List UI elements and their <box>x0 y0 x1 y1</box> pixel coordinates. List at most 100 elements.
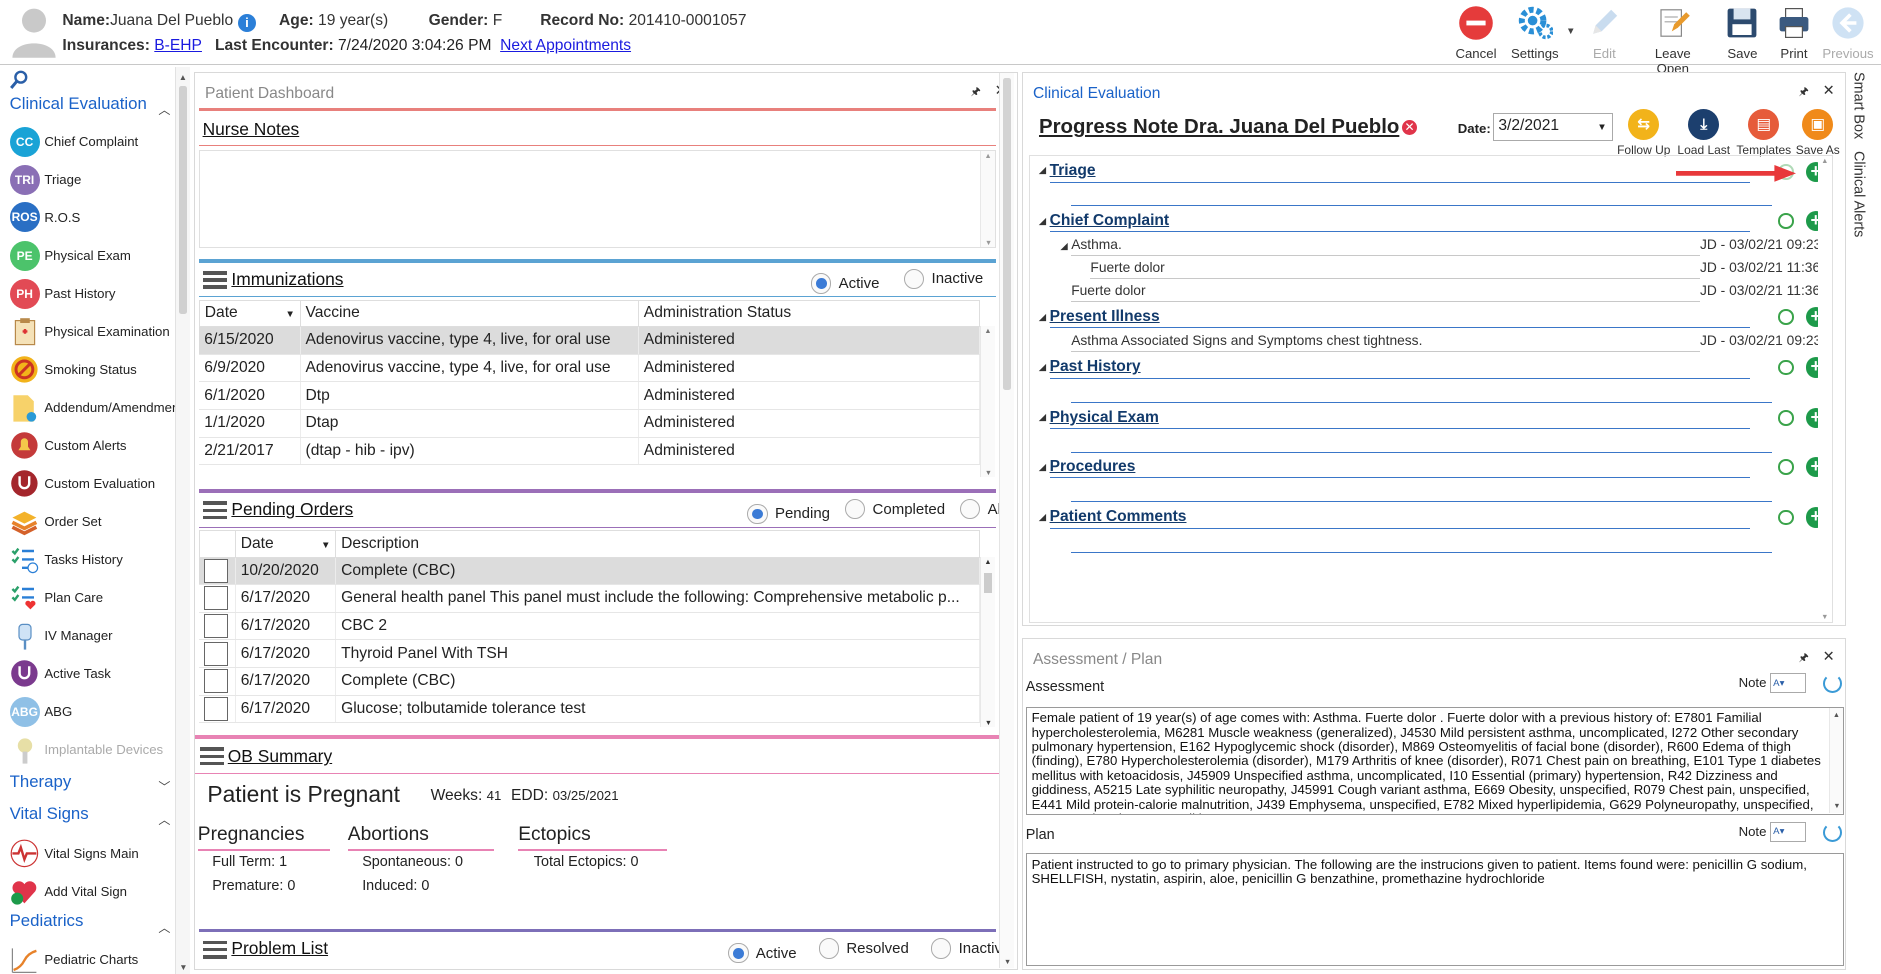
nav-ros[interactable]: ROS R.O.S <box>9 200 80 234</box>
section-triage[interactable]: Triage <box>1050 162 1096 180</box>
table-row[interactable]: 6/17/2020 General health panel This panel… <box>199 584 981 613</box>
date-picker[interactable]: 3/2/2021 ▼ <box>1492 112 1613 142</box>
pin-icon[interactable]: 🖈 <box>971 83 981 102</box>
table-row[interactable]: 6/15/2020 Adenovirus vaccine, type 4, liv… <box>199 326 981 355</box>
menu-icon[interactable] <box>202 271 227 290</box>
section-clinical-evaluation[interactable]: Clinical Evaluation <box>10 94 147 114</box>
all-radio[interactable]: All <box>960 499 1004 520</box>
row-checkbox[interactable] <box>204 641 229 666</box>
expand-physical-exam-icon[interactable]: ◢ <box>1039 412 1046 423</box>
note-format-dropdown[interactable]: A▾ <box>1769 672 1806 694</box>
settings-button[interactable]: Settings <box>1506 5 1564 61</box>
clock-icon[interactable] <box>1777 509 1794 526</box>
section-patient-comments[interactable]: Patient Comments <box>1050 508 1187 526</box>
clock-icon[interactable] <box>1777 309 1794 325</box>
nav-add-vital-sign[interactable]: Add Vital Sign <box>10 875 127 909</box>
table-row[interactable]: 6/17/2020 Thyroid Panel With TSH <box>199 639 981 668</box>
row-checkbox[interactable] <box>204 614 229 639</box>
immunizations-inactive-radio[interactable]: Inactive <box>903 268 983 289</box>
nav-chief-complaint[interactable]: CC Chief Complaint <box>9 125 138 159</box>
smart-box-tab[interactable]: Smart Box <box>1850 72 1866 139</box>
expand-chief-complaint-icon[interactable]: ◢ <box>1039 216 1046 227</box>
expand-procedures-icon[interactable]: ◢ <box>1039 462 1046 473</box>
nurse-notes-textarea[interactable]: ▲ ▼ <box>198 149 996 249</box>
cc-item[interactable]: Asthma. <box>1071 237 1122 252</box>
nav-addendum-amendment[interactable]: Addendum/Amendment <box>10 391 183 425</box>
nav-plan-care[interactable]: Plan Care <box>10 581 103 615</box>
next-appointments-link[interactable]: Next Appointments <box>500 37 631 54</box>
section-chief-complaint[interactable]: Chief Complaint <box>1050 212 1170 230</box>
problem-active-radio[interactable]: Active <box>728 942 797 964</box>
close-icon[interactable]: ✕ <box>1823 83 1835 99</box>
save-button[interactable]: Save <box>1714 5 1772 61</box>
load-last-button[interactable]: ⤓ Load Last <box>1674 109 1734 157</box>
nav-physical-exam[interactable]: PE Physical Exam <box>9 239 131 273</box>
cancel-button[interactable]: Cancel <box>1447 5 1505 61</box>
edit-button[interactable]: Edit <box>1576 5 1634 61</box>
column-header-admin-status[interactable]: Administration Status <box>637 299 981 328</box>
nav-vital-signs-main[interactable]: Vital Signs Main <box>10 836 139 870</box>
menu-icon[interactable] <box>200 747 225 766</box>
row-checkbox[interactable] <box>204 669 229 694</box>
column-header-description[interactable]: Description <box>335 530 981 558</box>
immunizations-scrollbar[interactable]: ▲ ▼ <box>980 326 995 478</box>
table-row[interactable]: 6/17/2020 CBC 2 <box>199 612 981 641</box>
save-as-button[interactable]: ▣ Save As <box>1788 109 1848 157</box>
table-row[interactable]: 6/17/2020 Complete (CBC) <box>199 667 981 696</box>
clinical-alerts-tab[interactable]: Clinical Alerts <box>1850 151 1866 237</box>
chevron-up-icon[interactable]: ︿ <box>158 101 170 118</box>
nav-iv-manager[interactable]: IV Manager <box>10 619 113 653</box>
leave-open-button[interactable]: Leave Open <box>1639 5 1706 76</box>
menu-icon[interactable] <box>202 501 227 520</box>
expand-item-icon[interactable]: ◢ <box>1060 241 1067 252</box>
pin-icon[interactable]: 🖈 <box>1799 649 1809 668</box>
section-present-illness[interactable]: Present Illness <box>1050 308 1160 326</box>
nav-order-set[interactable]: Order Set <box>10 505 102 539</box>
expand-patient-comments-icon[interactable]: ◢ <box>1039 512 1046 523</box>
assessment-textarea[interactable]: Female patient of 19 year(s) of age come… <box>1025 706 1845 815</box>
pin-icon[interactable]: 🖈 <box>1799 83 1809 102</box>
clock-icon[interactable] <box>1777 409 1794 426</box>
section-physical-exam[interactable]: Physical Exam <box>1050 409 1159 427</box>
follow-up-button[interactable]: ⇆ Follow Up <box>1614 109 1674 157</box>
cc-item[interactable]: Fuerte dolor <box>1071 283 1145 298</box>
immunizations-active-radio[interactable]: Active <box>810 273 879 294</box>
section-past-history[interactable]: Past History <box>1050 358 1141 376</box>
section-vital-signs[interactable]: Vital Signs <box>10 804 89 824</box>
templates-button[interactable]: ▤ Templates <box>1734 109 1794 157</box>
assessment-scrollbar[interactable]: ▲ ▼ <box>1828 707 1844 814</box>
plan-textarea[interactable]: Patient instructed to go to primary phys… <box>1025 852 1845 966</box>
section-procedures[interactable]: Procedures <box>1050 458 1136 476</box>
row-checkbox[interactable] <box>204 558 229 583</box>
dashboard-scrollbar[interactable]: ▼ <box>999 73 1014 969</box>
column-header-vaccine[interactable]: Vaccine <box>299 299 639 328</box>
expand-present-illness-icon[interactable]: ◢ <box>1039 312 1046 323</box>
remove-icon[interactable]: ✕ <box>1401 119 1418 136</box>
cc-subitem[interactable]: Fuerte dolor <box>1090 260 1164 275</box>
chevron-down-icon[interactable]: ﹀ <box>158 778 170 795</box>
expand-triage-icon[interactable]: ◢ <box>1039 165 1046 176</box>
expand-past-history-icon[interactable]: ◢ <box>1039 362 1046 373</box>
settings-dropdown-icon[interactable]: ▼ <box>1566 26 1576 37</box>
pending-radio[interactable]: Pending <box>747 503 830 525</box>
left-scrollbar[interactable]: ▲ ▼ <box>175 67 190 974</box>
pending-orders-scrollbar[interactable]: ▲ ▼ <box>980 556 995 727</box>
nav-smoking-status[interactable]: Smoking Status <box>10 353 137 387</box>
print-button[interactable]: Print <box>1765 5 1823 61</box>
table-row[interactable]: 6/9/2020 Adenovirus vaccine, type 4, live… <box>199 354 981 383</box>
section-pediatrics[interactable]: Pediatrics <box>10 911 84 931</box>
completed-radio[interactable]: Completed <box>844 499 945 520</box>
chevron-up-icon[interactable]: ︿ <box>158 811 170 828</box>
problem-resolved-radio[interactable]: Resolved <box>818 938 909 959</box>
chevron-up-icon[interactable]: ︿ <box>158 919 170 936</box>
nav-implantable-devices[interactable]: Implantable Devices <box>10 733 163 767</box>
nav-custom-evaluation[interactable]: Custom Evaluation <box>10 467 155 501</box>
nav-past-history[interactable]: PH Past History <box>9 277 115 311</box>
nav-triage[interactable]: TRI Triage <box>9 163 81 197</box>
close-icon[interactable]: ✕ <box>1823 649 1835 665</box>
clock-icon[interactable] <box>1777 359 1794 376</box>
pi-item[interactable]: Asthma Associated Signs and Symptoms che… <box>1071 333 1422 348</box>
nav-active-task[interactable]: Active Task <box>10 656 111 690</box>
menu-icon[interactable] <box>202 940 227 960</box>
nurse-notes-scrollbar[interactable]: ▲ ▼ <box>980 150 995 247</box>
